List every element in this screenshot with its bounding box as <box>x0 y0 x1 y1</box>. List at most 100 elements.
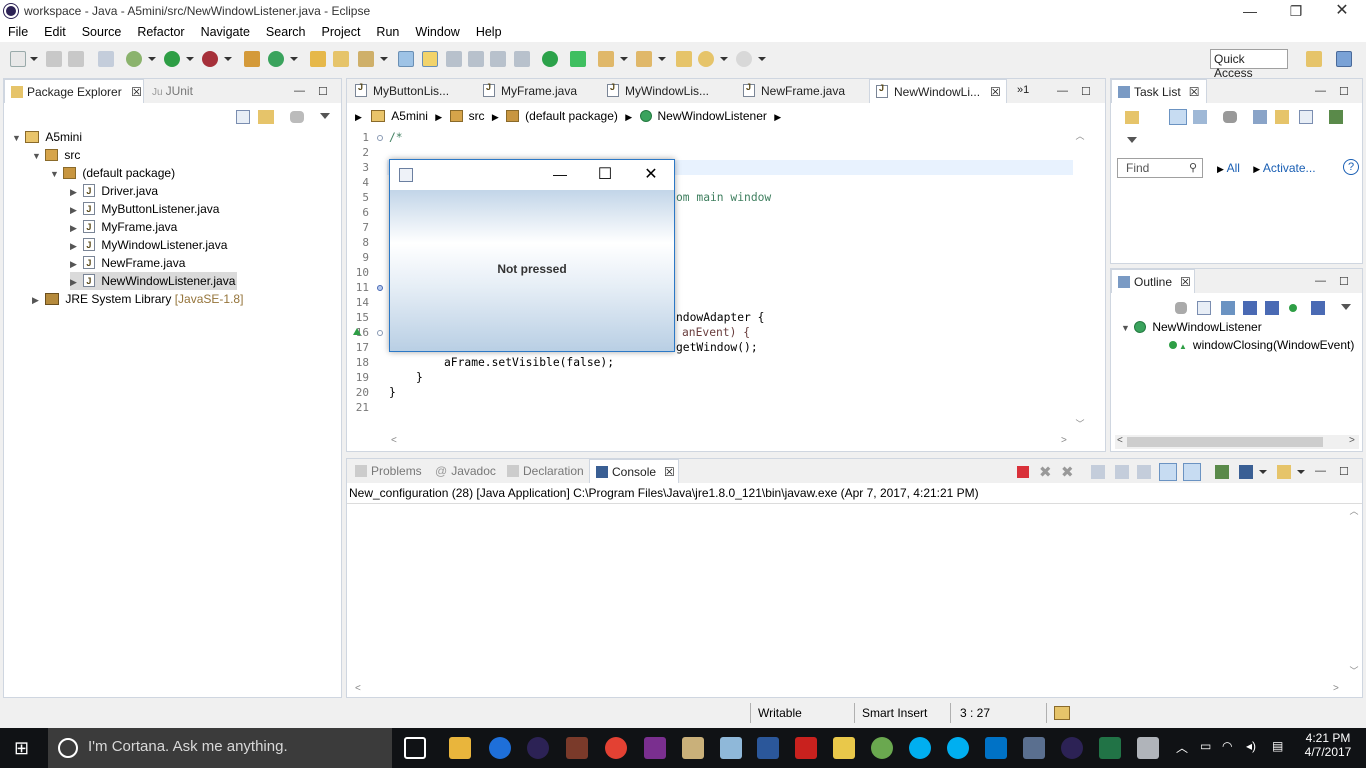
horizontal-scrollbar[interactable]: < > <box>347 683 1347 697</box>
editor-tab[interactable]: MyWindowLis... <box>601 79 715 103</box>
categorized-icon[interactable] <box>1169 109 1187 125</box>
filter-icon[interactable] <box>1223 111 1237 123</box>
new-icon[interactable] <box>10 51 26 67</box>
notepad-icon[interactable] <box>720 737 742 759</box>
java-taskbar-icon[interactable] <box>1137 737 1159 759</box>
scroll-left-icon[interactable]: < <box>1117 435 1123 446</box>
tab-close-icon[interactable]: ☒ <box>131 85 142 99</box>
save-all-icon[interactable] <box>68 51 84 67</box>
new-java-project-icon[interactable] <box>244 51 260 67</box>
frame-maximize-button[interactable]: ☐ <box>590 164 620 184</box>
save-icon[interactable] <box>46 51 62 67</box>
toggle-mark-occurrences-icon[interactable] <box>398 51 414 67</box>
view-menu-icon[interactable] <box>1341 304 1351 310</box>
quick-access-field[interactable]: Quick Access <box>1210 49 1288 80</box>
previous-annotation-icon[interactable] <box>636 51 652 67</box>
maximize-view-icon[interactable]: ☐ <box>1339 85 1349 98</box>
editor-tab[interactable]: MyFrame.java <box>477 79 583 103</box>
edge-icon[interactable] <box>489 737 511 759</box>
outlook-icon[interactable] <box>985 737 1007 759</box>
paint-icon[interactable] <box>682 737 704 759</box>
chrome-icon[interactable] <box>605 737 627 759</box>
clock[interactable]: 4:21 PM 4/7/2017 <box>1300 731 1356 759</box>
console-output[interactable] <box>347 504 1347 684</box>
outline-class[interactable]: ▼ NewWindowListener <box>1121 318 1262 336</box>
activate-link[interactable]: Activate... <box>1263 161 1316 175</box>
open-perspective-icon[interactable] <box>1306 51 1322 67</box>
tree-project[interactable]: ▼ A5mini <box>12 128 82 146</box>
new-task-icon[interactable] <box>1125 111 1139 124</box>
sort-icon[interactable] <box>1221 301 1235 315</box>
collapse-all-icon[interactable] <box>236 110 250 124</box>
scroll-up-icon[interactable]: ︿ <box>1073 129 1087 142</box>
eclipse-taskbar-icon-2[interactable] <box>1061 737 1083 759</box>
synchronize-icon[interactable] <box>1329 110 1343 124</box>
fold-icon[interactable] <box>377 135 383 141</box>
show-whitespace-icon[interactable] <box>490 51 506 67</box>
tree-file[interactable]: ▶ MyButtonListener.java <box>70 200 219 218</box>
frame-title-bar[interactable]: — ☐ ✕ <box>390 160 674 190</box>
breadcrumb-package[interactable]: (default package) <box>525 109 618 123</box>
pin-console-icon[interactable] <box>1215 465 1229 479</box>
next-annotation-icon[interactable] <box>598 51 614 67</box>
task-view-icon[interactable] <box>404 737 426 759</box>
maximize-view-icon[interactable]: ☐ <box>1339 275 1349 288</box>
word-wrap-icon[interactable] <box>1137 465 1151 479</box>
frame-button[interactable]: Not pressed <box>390 190 674 351</box>
word-wrap-icon[interactable] <box>468 51 484 67</box>
all-link[interactable]: All <box>1227 161 1240 175</box>
focus-active-task-icon[interactable] <box>1175 302 1187 314</box>
minimize-view-icon[interactable]: — <box>294 85 305 97</box>
menu-help[interactable]: Help <box>468 22 510 42</box>
tree-file[interactable]: ▶ MyWindowListener.java <box>70 236 227 254</box>
tree-file-selected[interactable]: ▶ NewWindowListener.java <box>70 272 238 290</box>
view-menu-icon[interactable] <box>1127 137 1137 143</box>
wifi-icon[interactable]: ◠ <box>1222 739 1232 753</box>
remove-launch-icon[interactable]: ✖ <box>1039 463 1052 481</box>
cortana-search[interactable]: I'm Cortana. Ask me anything. <box>48 728 392 768</box>
tab-overflow-button[interactable]: »1 <box>1011 79 1035 103</box>
tree-default-package[interactable]: ▼ (default package) <box>50 164 175 182</box>
eclipse-taskbar-icon[interactable] <box>527 737 549 759</box>
clear-console-icon[interactable] <box>1091 465 1105 479</box>
breadcrumb-src[interactable]: src <box>469 109 485 123</box>
coverage-icon[interactable] <box>202 51 218 67</box>
show-hidden-icons-icon[interactable]: ︿ <box>1176 739 1188 756</box>
vertical-scrollbar[interactable]: ︿ ﹀ <box>1347 504 1361 684</box>
show-on-stdout-icon[interactable] <box>1159 463 1177 481</box>
menu-project[interactable]: Project <box>314 22 369 42</box>
minimize-view-icon[interactable]: — <box>1057 85 1068 97</box>
scroll-left-icon[interactable]: < <box>391 435 397 446</box>
tab-outline[interactable]: Outline ☒ <box>1111 269 1195 293</box>
scroll-thumb[interactable] <box>1127 437 1323 447</box>
horizontal-scrollbar[interactable]: < > <box>1115 435 1359 449</box>
help-icon[interactable]: ? <box>1343 159 1359 175</box>
battery-icon[interactable]: ▭ <box>1200 739 1211 753</box>
menu-edit[interactable]: Edit <box>36 22 74 42</box>
folder-icon[interactable] <box>833 737 855 759</box>
menu-run[interactable]: Run <box>368 22 407 42</box>
hide-static-icon[interactable] <box>1265 301 1279 315</box>
last-edit-icon[interactable] <box>676 51 692 67</box>
start-windows-icon[interactable]: ⊞ <box>14 738 34 758</box>
pilcrow-icon[interactable] <box>514 51 530 67</box>
skype-business-icon[interactable] <box>909 737 931 759</box>
fold-icon[interactable] <box>377 330 383 336</box>
tree-file[interactable]: ▶ NewFrame.java <box>70 254 185 272</box>
frame-minimize-button[interactable]: — <box>545 166 575 182</box>
maximize-button[interactable]: ❐ <box>1273 0 1319 22</box>
vertical-scrollbar[interactable]: ︿ ﹀ <box>1073 129 1087 435</box>
focus-icon[interactable] <box>1275 110 1289 124</box>
forward-icon[interactable] <box>736 51 752 67</box>
acrobat-icon[interactable] <box>795 737 817 759</box>
open-console-icon[interactable] <box>1277 465 1291 479</box>
menu-source[interactable]: Source <box>74 22 130 42</box>
maximize-view-icon[interactable]: ☐ <box>1081 85 1091 98</box>
tab-close-icon[interactable]: ☒ <box>990 85 1001 99</box>
volume-icon[interactable]: ◂) <box>1246 739 1256 753</box>
frame-close-button[interactable]: ✕ <box>636 164 666 184</box>
menu-refactor[interactable]: Refactor <box>129 22 192 42</box>
minimize-view-icon[interactable]: — <box>1315 85 1326 97</box>
new-class-icon[interactable] <box>268 51 284 67</box>
menu-window[interactable]: Window <box>407 22 467 42</box>
